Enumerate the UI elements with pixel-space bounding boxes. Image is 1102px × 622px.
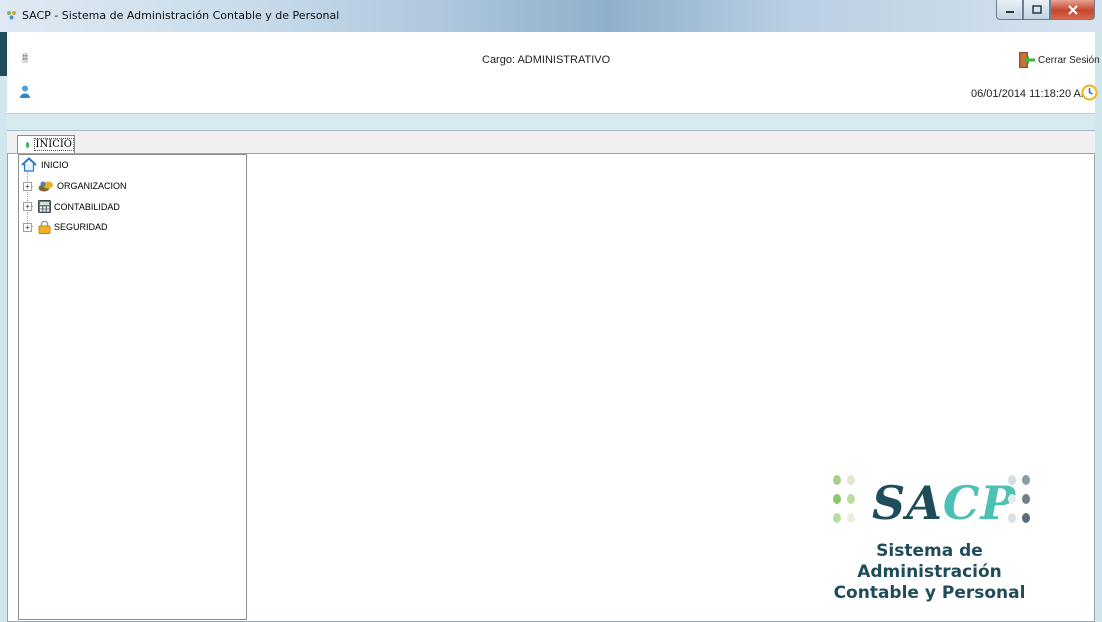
tab-label: INICIO (33, 138, 74, 151)
logo-wordmark-sa: SA (872, 476, 943, 530)
logo-subtitle-line1: Sistema de Administración (857, 541, 1002, 582)
clock-icon (1081, 84, 1098, 101)
maximize-icon (1031, 5, 1042, 14)
window-title: SACP - Sistema de Administración Contabl… (22, 9, 340, 22)
user-icon (20, 85, 30, 98)
tree-item-inicio[interactable]: INICIO (21, 157, 69, 172)
close-icon (1067, 4, 1078, 15)
tree-item-label: CONTABILIDAD (54, 201, 120, 212)
tab-bar: INICIO (7, 130, 1095, 154)
tab-status-icon (26, 141, 29, 148)
tab-inicio[interactable]: INICIO (17, 135, 75, 153)
window-controls (996, 0, 1095, 20)
tree-item-contabilidad[interactable]: + CONTABILIDAD (23, 200, 120, 213)
tree-item-organizacion[interactable]: + ORGANIZACION (23, 180, 127, 192)
logo-subtitle-line2: Contable y Personal (833, 583, 1026, 603)
organization-icon (38, 181, 53, 192)
logo-wordmark: SACP (872, 476, 1016, 530)
logout-label: Cerrar Sesión (1038, 54, 1100, 66)
calculator-icon (38, 200, 51, 213)
datetime-label: 06/01/2014 11:18:20 AM (971, 88, 1091, 100)
app-header (7, 32, 1095, 114)
logo-dots-left-icon (833, 475, 855, 523)
expand-icon[interactable]: + (23, 222, 32, 232)
logout-button[interactable]: Cerrar Sesión (1018, 51, 1100, 69)
close-button[interactable] (1050, 0, 1095, 20)
app-icon (7, 11, 16, 20)
tree-item-label: SEGURIDAD (54, 222, 108, 232)
centro-label: Centro: SERVICIO RADIOLOGICO (39, 54, 212, 66)
header-separator (7, 114, 1095, 131)
exit-door-icon (1019, 52, 1035, 68)
minimize-icon (1005, 10, 1014, 13)
tree-item-label: ORGANIZACION (57, 181, 127, 191)
sacp-logo: SACP Sistema de Administración Contable … (820, 470, 1070, 603)
expand-icon[interactable]: + (23, 181, 32, 191)
expand-icon[interactable]: + (23, 202, 32, 211)
building-icon (22, 53, 28, 63)
window-titlebar: SACP - Sistema de Administración Contabl… (0, 0, 1102, 32)
logo-dots-right-icon (1008, 475, 1030, 523)
logo-subtitle: Sistema de Administración Contable y Per… (817, 541, 1042, 604)
tree-item-seguridad[interactable]: + SEGURIDAD (23, 220, 108, 234)
home-icon (21, 157, 37, 172)
cargo-label: Cargo: ADMINISTRATIVO (482, 54, 611, 66)
usuario-label: Usuario: ALICE VANESSA GOMEZ CANTOS (39, 87, 260, 99)
minimize-button[interactable] (996, 0, 1023, 20)
maximize-button[interactable] (1023, 0, 1050, 20)
lock-icon (38, 220, 51, 234)
tree-item-label: INICIO (41, 159, 69, 170)
